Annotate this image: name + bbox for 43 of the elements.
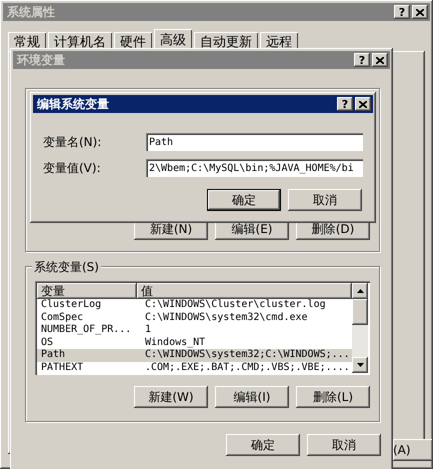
window-title: 环境变量 bbox=[17, 52, 66, 68]
table-cell-text: C:\WINDOWS\system32;C:\WINDOWS;... bbox=[144, 349, 351, 362]
field-label: 变量名(N): bbox=[43, 134, 102, 150]
column-header[interactable]: 变量 bbox=[37, 283, 137, 299]
close-icon bbox=[416, 8, 424, 16]
dialog-button[interactable]: 确定 bbox=[207, 189, 281, 211]
window-title: 系统属性 bbox=[7, 4, 56, 20]
table-cell-text: ClusterLog bbox=[40, 299, 102, 312]
scroll-up-icon bbox=[356, 289, 364, 293]
close-icon bbox=[376, 56, 384, 64]
field-label: 变量值(V): bbox=[43, 160, 102, 176]
table-cell-text: Path bbox=[40, 349, 66, 362]
variable-button[interactable]: 新建(W) bbox=[134, 386, 208, 408]
table-cell-text: OS bbox=[40, 336, 54, 349]
table-cell-text: ComSpec bbox=[40, 312, 84, 324]
close-button[interactable] bbox=[372, 53, 388, 67]
help-button[interactable]: ? bbox=[337, 97, 353, 111]
table-cell-text: 1 bbox=[144, 324, 152, 336]
help-button[interactable]: ? bbox=[394, 5, 410, 19]
close-icon bbox=[359, 100, 367, 108]
table-cell-text: PATHEXT bbox=[40, 362, 84, 373]
close-button[interactable] bbox=[355, 97, 371, 111]
input-field[interactable]: Path bbox=[146, 133, 363, 151]
window-title: 编辑系统变量 bbox=[37, 96, 110, 112]
input-field[interactable]: 2\Wbem;C:\MySQL\bin;%JAVA_HOME%/bi bbox=[146, 159, 363, 177]
dialog-button[interactable]: 确定 bbox=[226, 434, 300, 456]
table-cell-text: .COM;.EXE;.BAT;.CMD;.VBS;.VBE;.... bbox=[144, 362, 351, 373]
table-cell-text: C:\WINDOWS\system32\cmd.exe bbox=[144, 312, 309, 324]
scrollbar[interactable] bbox=[352, 283, 368, 373]
help-button[interactable]: ? bbox=[354, 53, 370, 67]
table-cell-text: C:\WINDOWS\Cluster\cluster.log bbox=[144, 299, 327, 312]
table-cell-text: Windows_NT bbox=[144, 336, 206, 349]
scroll-down-icon bbox=[356, 363, 364, 367]
group-label: 系统变量(S) bbox=[32, 259, 101, 276]
apply-button[interactable]: (A) bbox=[393, 439, 433, 461]
variable-button[interactable]: 删除(L) bbox=[296, 386, 370, 408]
column-header[interactable]: 值 bbox=[137, 283, 352, 299]
table-cell-text: NUMBER_OF_PR... bbox=[40, 324, 132, 336]
dialog-button[interactable]: 取消 bbox=[288, 189, 362, 211]
variable-row[interactable]: Path C:\WINDOWS\system32;C:\WINDOWS;... bbox=[37, 349, 352, 362]
variable-button[interactable]: 编辑(I) bbox=[215, 386, 289, 408]
dialog-button[interactable]: 取消 bbox=[307, 434, 381, 456]
close-button[interactable] bbox=[412, 5, 428, 19]
